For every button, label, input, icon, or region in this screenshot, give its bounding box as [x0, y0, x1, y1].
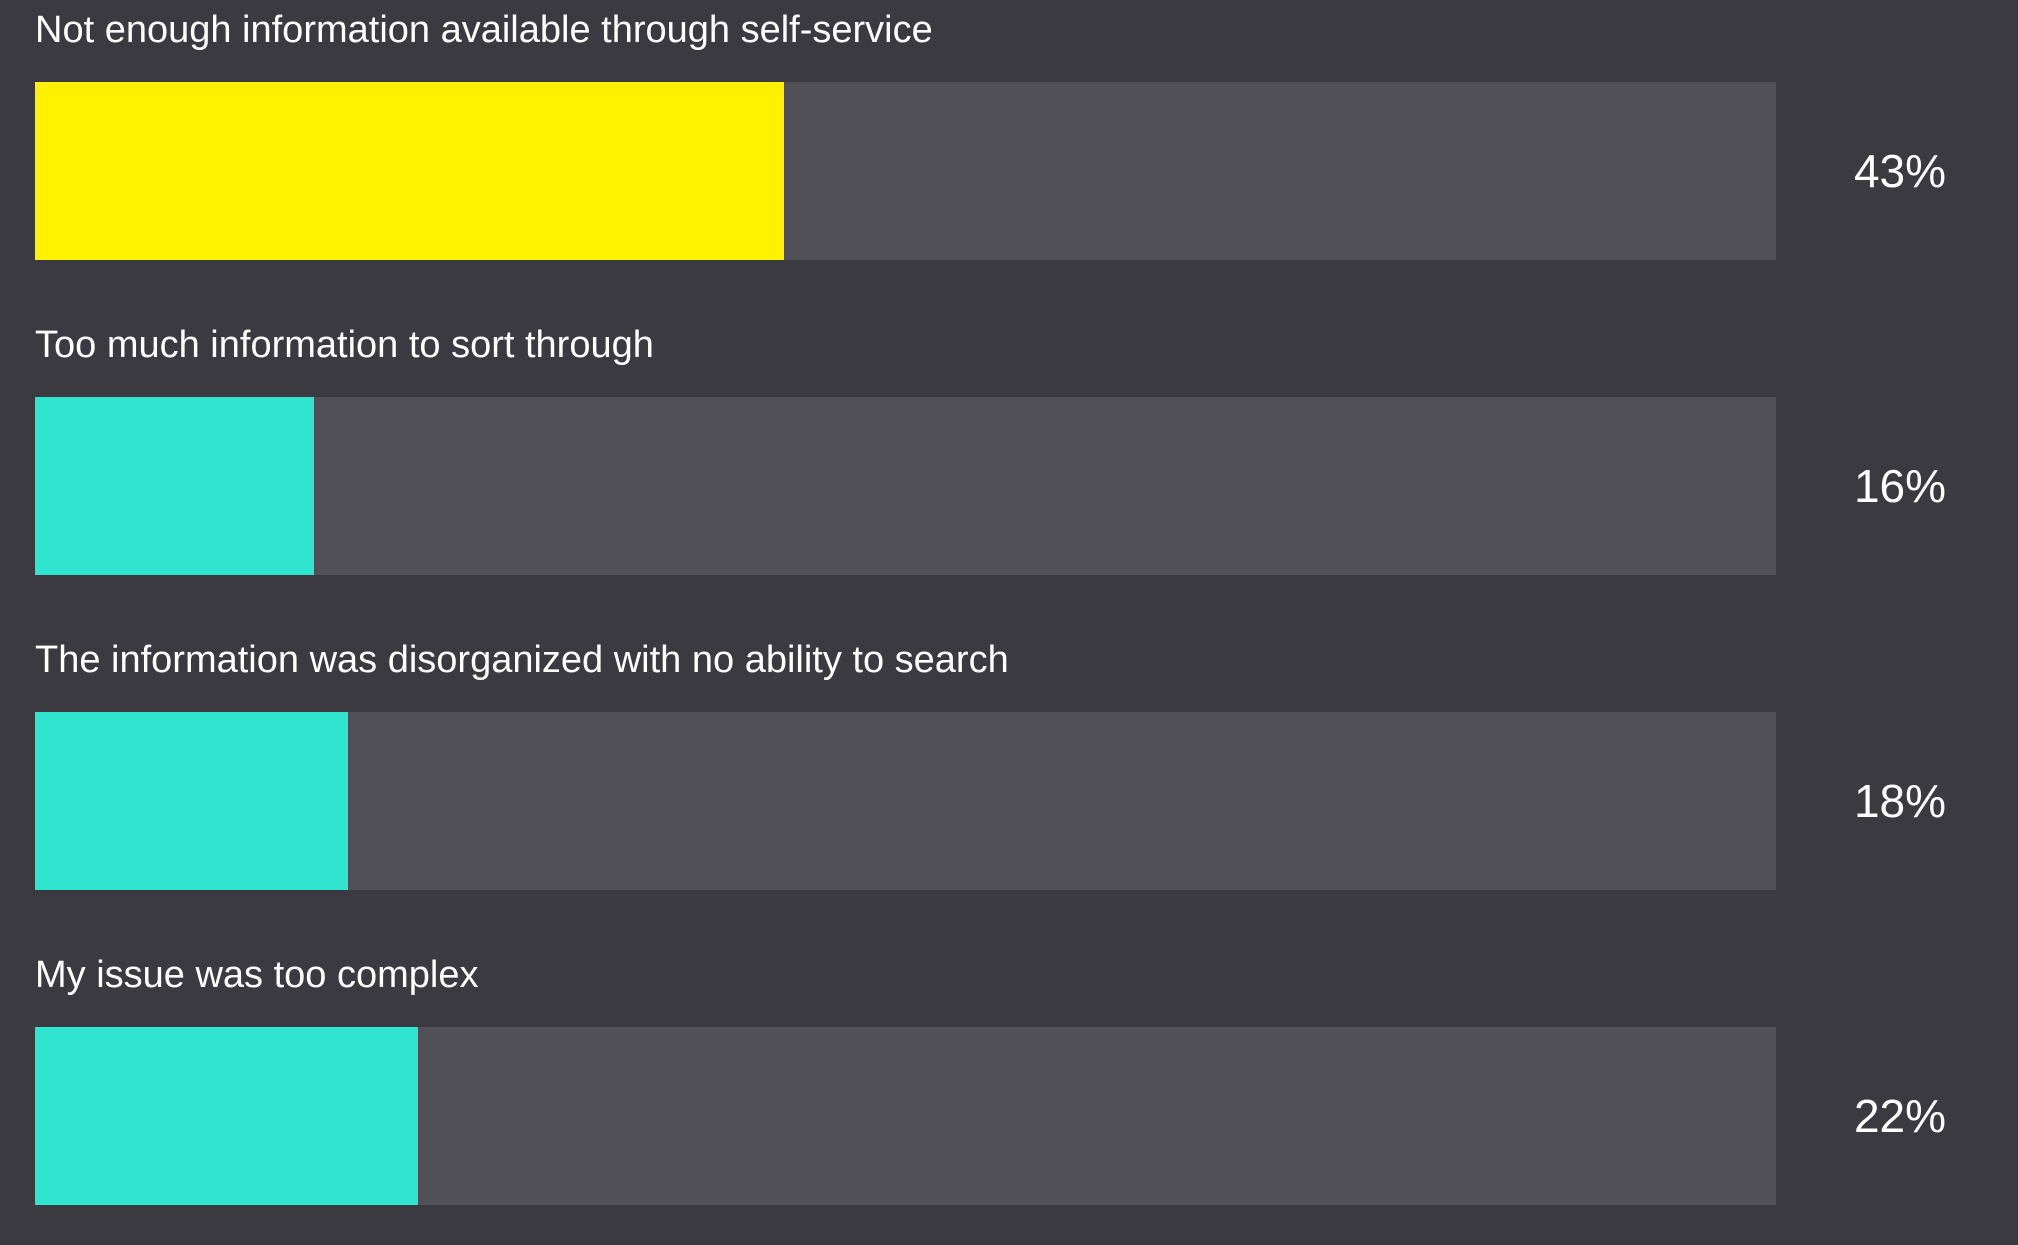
bar [35, 1027, 418, 1205]
bar [35, 82, 784, 260]
category-label: Too much information to sort through [35, 324, 654, 366]
bar-row: Not enough information available through… [0, 0, 2018, 300]
category-label: The information was disorganized with no… [35, 639, 1009, 681]
bar-track [35, 712, 1776, 890]
bar [35, 397, 314, 575]
bar-chart: Not enough information available through… [0, 0, 2018, 1205]
value-label: 18% [1853, 775, 1947, 827]
bar-row: My issue was too complex 22% [0, 945, 2018, 1245]
bar-track [35, 397, 1776, 575]
bar-track [35, 82, 1776, 260]
category-label: My issue was too complex [35, 954, 479, 996]
bar-row: Too much information to sort through 16% [0, 315, 2018, 615]
value-label: 22% [1853, 1090, 1947, 1142]
value-label: 16% [1853, 460, 1947, 512]
bar-row: The information was disorganized with no… [0, 630, 2018, 930]
category-label: Not enough information available through… [35, 9, 933, 51]
bar [35, 712, 348, 890]
bar-track [35, 1027, 1776, 1205]
value-label: 43% [1853, 145, 1947, 197]
